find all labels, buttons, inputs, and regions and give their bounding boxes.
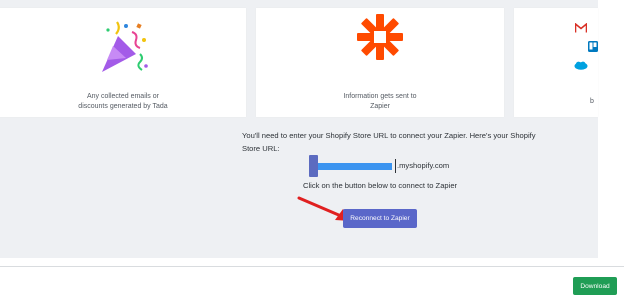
footer-divider — [0, 266, 624, 267]
card-description-line: Information gets sent to — [343, 93, 417, 100]
store-url-display: .myshopify.com — [309, 155, 509, 177]
card-description: Any collected emails or discounts genera… — [0, 92, 246, 112]
card-description-line: Zapier — [370, 103, 390, 110]
feature-card-tada: Any collected emails or discounts genera… — [0, 8, 246, 117]
zapier-integration-page: Any collected emails or discounts genera… — [0, 0, 624, 301]
redaction-bar — [318, 163, 392, 170]
zapier-logo-icon — [357, 14, 403, 60]
party-popper-icon — [102, 21, 148, 72]
card-description-line: Any collected emails or — [87, 93, 159, 100]
salesforce-icon — [574, 61, 588, 70]
trello-icon — [588, 41, 598, 52]
download-button[interactable]: Download — [573, 277, 617, 295]
card-description-fragment: b — [590, 98, 594, 105]
gmail-icon — [575, 23, 587, 33]
card-description-line: discounts generated by Tada — [78, 103, 168, 110]
redaction-block — [309, 155, 318, 177]
reconnect-zapier-button[interactable]: Reconnect to Zapier — [343, 209, 417, 228]
connect-instruction: You'll need to enter your Shopify Store … — [242, 131, 536, 153]
connect-hint: Click on the button below to connect to … — [303, 181, 458, 190]
card-description: Information gets sent to Zapier — [256, 92, 504, 112]
store-url-suffix: .myshopify.com — [395, 159, 449, 173]
